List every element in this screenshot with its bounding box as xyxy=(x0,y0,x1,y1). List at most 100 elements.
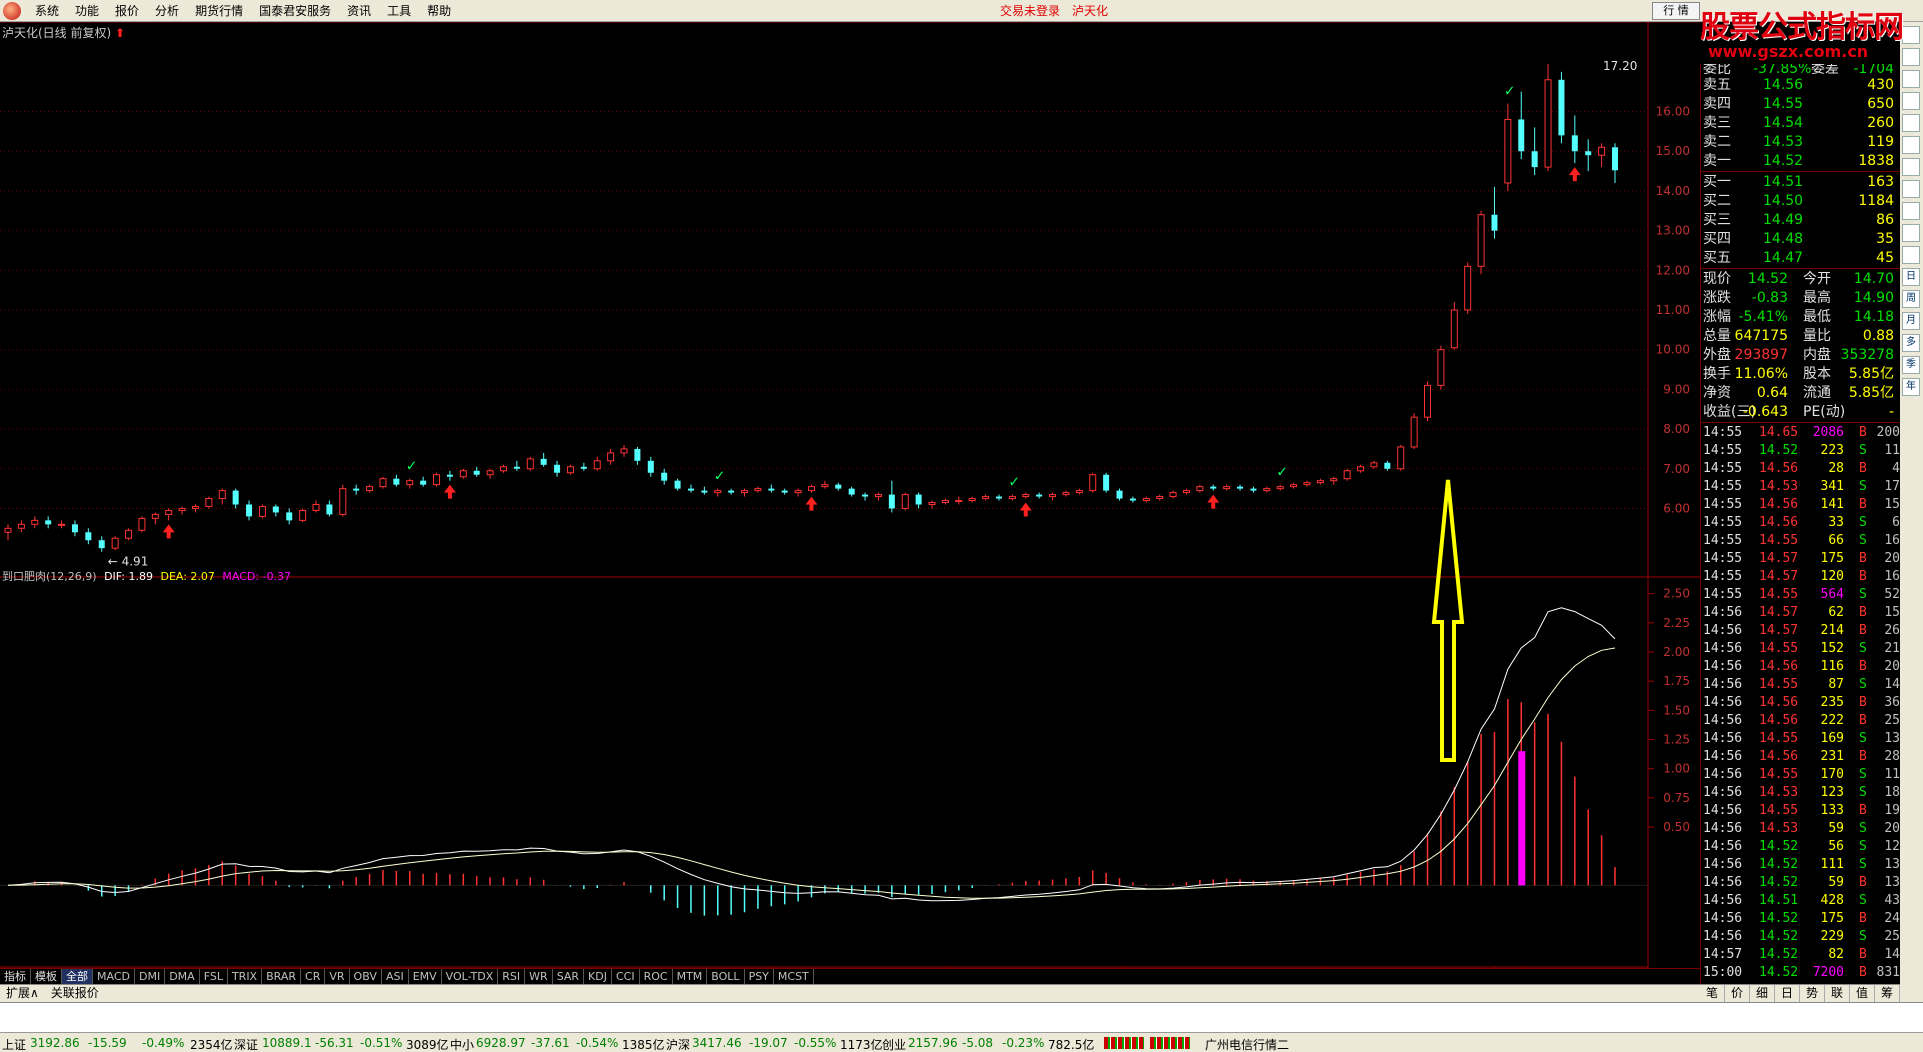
pen-icon[interactable] xyxy=(1902,246,1920,264)
bar-icon[interactable] xyxy=(1902,136,1920,154)
menu-futures[interactable]: 期货行情 xyxy=(187,0,251,22)
indicator-tab-sar[interactable]: SAR xyxy=(553,969,585,984)
indicator-tab-wr[interactable]: WR xyxy=(525,969,553,984)
zoom-out-icon[interactable] xyxy=(1902,70,1920,88)
menu-analysis[interactable]: 分析 xyxy=(147,0,187,22)
right-tab[interactable]: 细 xyxy=(1750,985,1775,1002)
menu-function[interactable]: 功能 xyxy=(67,0,107,22)
indicator-tab-macd[interactable]: MACD xyxy=(93,969,135,984)
indicator-tab-指标[interactable]: 指标 xyxy=(0,969,31,984)
right-tab[interactable]: 价 xyxy=(1725,985,1750,1002)
indicator-tab-cci[interactable]: CCI xyxy=(612,969,640,984)
sell-level-row[interactable]: 卖四 14.55 650 xyxy=(1701,95,1900,114)
right-tab[interactable]: 日 xyxy=(1775,985,1800,1002)
buy-level-row[interactable]: 买二 14.50 1184 xyxy=(1701,192,1900,211)
buy-level-row[interactable]: 买一 14.51 163 xyxy=(1701,173,1900,192)
indicator-tab-boll[interactable]: BOLL xyxy=(707,969,745,984)
indicator-tab-emv[interactable]: EMV xyxy=(409,969,442,984)
sell-level-row[interactable]: 卖三 14.54 260 xyxy=(1701,114,1900,133)
tick-row[interactable]: 14:56 14.51 428 S 43 xyxy=(1701,892,1900,910)
tick-row[interactable]: 14:55 14.56 33 S 6 xyxy=(1701,514,1900,532)
period-2-icon[interactable]: 月 xyxy=(1902,312,1920,330)
tick-row[interactable]: 14:56 14.55 133 B 19 xyxy=(1701,802,1900,820)
menu-help[interactable]: 帮助 xyxy=(419,0,459,22)
period-3-icon[interactable]: 多 xyxy=(1902,334,1920,352)
tick-row[interactable]: 14:55 14.57 175 B 20 xyxy=(1701,550,1900,568)
trade-login-status[interactable]: 交易未登录 xyxy=(1000,0,1060,22)
buy-level-row[interactable]: 买三 14.49 86 xyxy=(1701,211,1900,230)
right-tab[interactable]: 筹 xyxy=(1875,985,1900,1002)
indicator-tab-roc[interactable]: ROC xyxy=(640,969,673,984)
line-icon[interactable] xyxy=(1902,114,1920,132)
k-icon[interactable] xyxy=(1902,158,1920,176)
menu-broker-service[interactable]: 国泰君安服务 xyxy=(251,0,339,22)
sell-level-row[interactable]: 卖五 14.56 430 xyxy=(1701,76,1900,95)
tick-row[interactable]: 14:56 14.57 62 B 15 xyxy=(1701,604,1900,622)
indicator-tab-fsl[interactable]: FSL xyxy=(200,969,228,984)
indicator-tab-asi[interactable]: ASI xyxy=(382,969,409,984)
tick-row[interactable]: 14:56 14.56 222 B 25 xyxy=(1701,712,1900,730)
indicator-tab-全部[interactable]: 全部 xyxy=(62,969,93,984)
tick-row[interactable]: 14:55 14.53 341 S 17 xyxy=(1701,478,1900,496)
tick-row[interactable]: 14:56 14.55 169 S 13 xyxy=(1701,730,1900,748)
indicator-tab-mtm[interactable]: MTM xyxy=(673,969,708,984)
right-tab[interactable]: 联 xyxy=(1825,985,1850,1002)
period-5-icon[interactable]: 年 xyxy=(1902,378,1920,396)
tick-row[interactable]: 14:56 14.52 59 B 13 xyxy=(1701,874,1900,892)
f10-icon[interactable] xyxy=(1902,180,1920,198)
right-tab[interactable]: 值 xyxy=(1850,985,1875,1002)
vol-icon[interactable] xyxy=(1902,224,1920,242)
kline-chart-area[interactable]: 16.00 15.00 14.00 13.00 12.00 11.00 10.00 9.00 8… xyxy=(0,22,1700,982)
indicator-tab-obv[interactable]: OBV xyxy=(350,969,382,984)
tick-row[interactable]: 14:55 14.55 66 S 16 xyxy=(1701,532,1900,550)
indicator-tab-vol-tdx[interactable]: VOL-TDX xyxy=(442,969,499,984)
tick-row[interactable]: 14:56 14.57 214 B 26 xyxy=(1701,622,1900,640)
period-1-icon[interactable]: 周 xyxy=(1902,290,1920,308)
menu-system[interactable]: 系统 xyxy=(27,0,67,22)
indicator-tab-psy[interactable]: PSY xyxy=(745,969,774,984)
indicator-tab-vr[interactable]: VR xyxy=(325,969,350,984)
tick-row[interactable]: 14:56 14.55 152 S 21 xyxy=(1701,640,1900,658)
tick-list[interactable]: 14:55 14.65 2086 B 200 14:55 14.52 223 S 11 14:55 1… xyxy=(1701,424,1900,982)
tick-row[interactable]: 14:56 14.52 175 B 24 xyxy=(1701,910,1900,928)
indicator-tab-trix[interactable]: TRIX xyxy=(228,969,263,984)
grid-icon[interactable] xyxy=(1902,92,1920,110)
menu-news[interactable]: 资讯 xyxy=(339,0,379,22)
period-0-icon[interactable]: 日 xyxy=(1902,268,1920,286)
menu-tools[interactable]: 工具 xyxy=(379,0,419,22)
server-name[interactable]: 广州电信行情二 xyxy=(1205,1036,1289,1052)
buy-level-row[interactable]: 买五 14.47 45 xyxy=(1701,249,1900,268)
sell-level-row[interactable]: 卖一 14.52 1838 xyxy=(1701,152,1900,171)
indicator-tab-dmi[interactable]: DMI xyxy=(135,969,166,984)
tick-row[interactable]: 14:55 14.56 141 B 15 xyxy=(1701,496,1900,514)
tick-row[interactable]: 14:56 14.56 116 B 20 xyxy=(1701,658,1900,676)
sub-tab[interactable]: 关联报价 xyxy=(45,985,105,1002)
right-tab[interactable]: 势 xyxy=(1800,985,1825,1002)
indicator-tab-brar[interactable]: BRAR xyxy=(262,969,302,984)
right-tab[interactable]: 笔 xyxy=(1700,985,1725,1002)
tick-row[interactable]: 14:56 14.52 229 S 25 xyxy=(1701,928,1900,946)
tick-row[interactable]: 14:57 14.52 82 B 14 xyxy=(1701,946,1900,964)
sub-tab[interactable]: 扩展∧ xyxy=(0,985,45,1002)
zoom-in-icon[interactable] xyxy=(1902,48,1920,66)
tick-row[interactable]: 14:55 14.56 28 B 4 xyxy=(1701,460,1900,478)
indicator-tab-mcst[interactable]: MCST xyxy=(774,969,814,984)
kline-chart-svg[interactable]: 16.00 15.00 14.00 13.00 12.00 11.00 10.00 9.00 8… xyxy=(0,22,1700,968)
period-4-icon[interactable]: 季 xyxy=(1902,356,1920,374)
indicator-tab-模板[interactable]: 模板 xyxy=(31,969,62,984)
menu-quote[interactable]: 报价 xyxy=(107,0,147,22)
tick-row[interactable]: 14:56 14.53 59 S 20 xyxy=(1701,820,1900,838)
quote-button[interactable]: 行 情 xyxy=(1652,2,1700,20)
time-icon[interactable] xyxy=(1902,202,1920,220)
tick-row[interactable]: 14:56 14.52 111 S 13 xyxy=(1701,856,1900,874)
tick-row[interactable]: 14:56 14.56 235 B 36 xyxy=(1701,694,1900,712)
indicator-tab-dma[interactable]: DMA xyxy=(165,969,200,984)
tick-row[interactable]: 14:56 14.56 231 B 28 xyxy=(1701,748,1900,766)
indicator-tab-kdj[interactable]: KDJ xyxy=(584,969,612,984)
tick-row[interactable]: 14:56 14.53 123 S 18 xyxy=(1701,784,1900,802)
indicator-tab-rsi[interactable]: RSI xyxy=(498,969,526,984)
tick-row[interactable]: 14:56 14.55 87 S 14 xyxy=(1701,676,1900,694)
tick-row[interactable]: 14:55 14.52 223 S 11 xyxy=(1701,442,1900,460)
chart-icon[interactable] xyxy=(1902,26,1920,44)
buy-level-row[interactable]: 买四 14.48 35 xyxy=(1701,230,1900,249)
